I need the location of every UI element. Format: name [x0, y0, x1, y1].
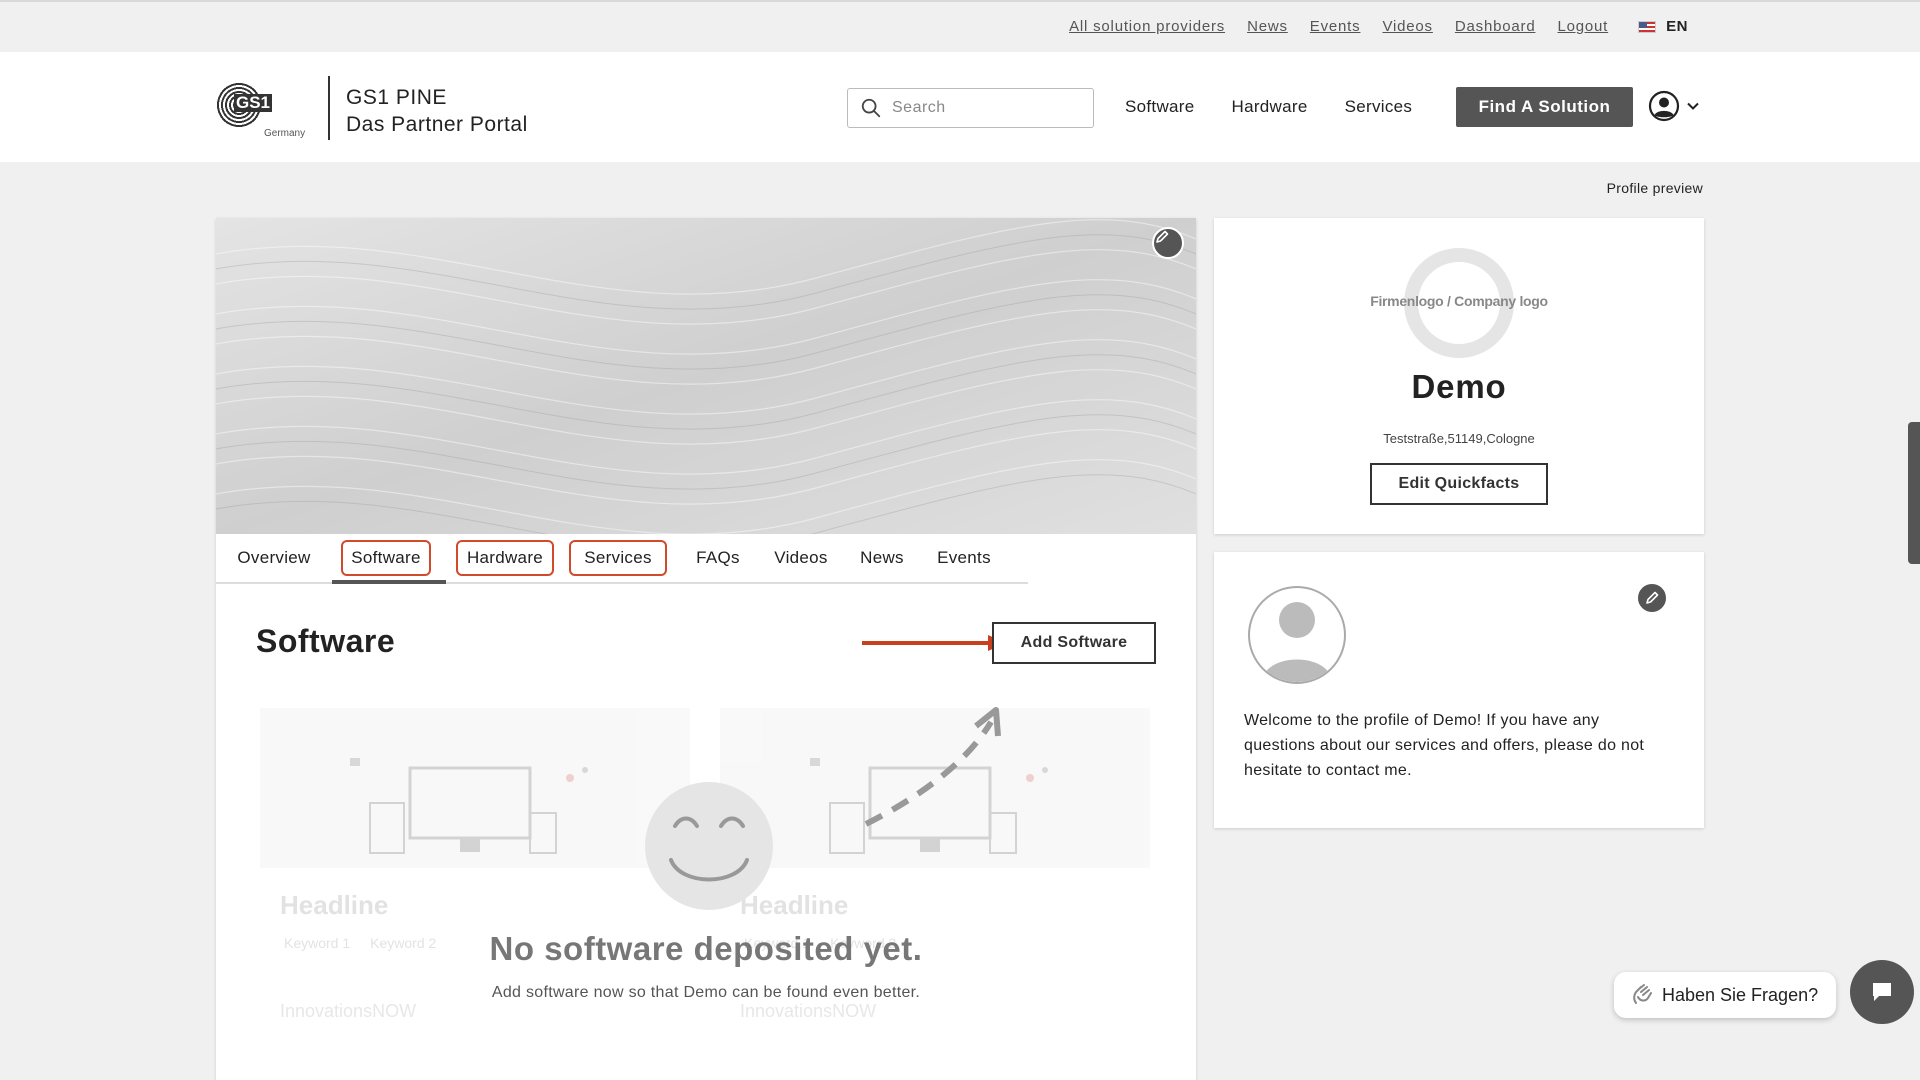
us-flag-icon — [1638, 20, 1657, 33]
tab-faqs[interactable]: FAQs — [688, 540, 748, 576]
empty-state-title: No software deposited yet. — [489, 930, 923, 967]
main-nav: Software Hardware Services — [1125, 97, 1412, 117]
arrow-annotation-icon — [862, 635, 1006, 651]
contact-card: Welcome to the profile of Demo! If you h… — [1214, 552, 1704, 828]
utility-bar: All solution providers News Events Video… — [0, 0, 1920, 52]
quickfacts-card: Firmenlogo / Company logo Demo Teststraß… — [1214, 218, 1704, 534]
account-menu[interactable] — [1648, 90, 1700, 122]
empty-state-subtitle: Add software now so that Demo can be fou… — [491, 984, 921, 1001]
link-events[interactable]: Events — [1310, 18, 1361, 35]
placeholder-headline: Headline — [740, 890, 849, 920]
link-videos[interactable]: Videos — [1382, 18, 1432, 35]
chat-open-button[interactable] — [1850, 960, 1914, 1024]
placeholder-logo: InnovationsNOW — [740, 1001, 877, 1021]
search-input[interactable] — [892, 99, 1072, 117]
brand-line-2: Das Partner Portal — [346, 113, 528, 136]
tab-videos[interactable]: Videos — [766, 540, 836, 576]
active-tab-indicator — [332, 580, 446, 584]
find-solution-button[interactable]: Find A Solution — [1456, 87, 1633, 127]
search-icon — [861, 98, 881, 118]
tab-overview[interactable]: Overview — [228, 540, 320, 576]
cover-wave-pattern — [216, 218, 1196, 534]
user-account-icon — [1648, 90, 1680, 122]
workspace-illustration-icon — [350, 758, 588, 854]
profile-preview-label: Profile preview — [1606, 180, 1703, 196]
empty-state-smiley-icon — [645, 782, 773, 910]
brand-line-1: GS1 PINE — [346, 86, 447, 109]
profile-main-card: Overview Software Hardware Services FAQs… — [216, 218, 1196, 1080]
chat-bubble-icon — [1873, 983, 1891, 1001]
cover-image — [216, 218, 1196, 534]
tab-services[interactable]: Services — [569, 540, 667, 576]
add-software-button[interactable]: Add Software — [992, 622, 1156, 664]
language-label: EN — [1666, 18, 1688, 35]
chat-prompt-label: Haben Sie Fragen? — [1662, 984, 1819, 1005]
dashed-arrow-icon — [864, 707, 1001, 827]
placeholder-illustration — [260, 708, 690, 868]
company-name: Demo — [1411, 368, 1507, 405]
site-header: GS1 Germany GS1 PINE Das Partner Portal … — [0, 52, 1920, 162]
pencil-icon — [1156, 230, 1169, 243]
feedback-side-tab[interactable] — [1908, 422, 1920, 564]
waving-hand-icon — [1633, 984, 1652, 1004]
chat-prompt[interactable]: Haben Sie Fragen? — [1614, 972, 1836, 1018]
company-logo-placeholder-text: Firmenlogo / Company logo — [1370, 293, 1548, 309]
gs1-logo-text: GS1 — [234, 93, 273, 112]
link-dashboard[interactable]: Dashboard — [1455, 18, 1536, 35]
edit-cover-button[interactable] — [1152, 227, 1184, 259]
logo-divider — [328, 76, 330, 140]
profile-tabs: Overview Software Hardware Services FAQs… — [216, 534, 1028, 584]
placeholder-headline: Headline — [280, 890, 389, 920]
link-logout[interactable]: Logout — [1557, 18, 1608, 35]
section-title: Software — [256, 623, 396, 659]
company-address: Teststraße,51149,Cologne — [1383, 431, 1535, 446]
gs1-logo[interactable]: GS1 Germany — [214, 82, 312, 142]
welcome-message: Welcome to the profile of Demo! If you h… — [1244, 712, 1645, 779]
language-switcher[interactable]: EN — [1638, 18, 1688, 35]
nav-hardware[interactable]: Hardware — [1232, 97, 1308, 117]
pencil-icon — [1646, 591, 1659, 604]
edit-quickfacts-button[interactable]: Edit Quickfacts — [1370, 463, 1548, 505]
chevron-down-icon — [1687, 102, 1699, 110]
placeholder-card: Headline Keyword 1 Keyword 2 Innovations… — [260, 708, 690, 1080]
user-silhouette-icon — [1262, 602, 1332, 682]
tab-software[interactable]: Software — [341, 540, 431, 576]
link-all-solution-providers[interactable]: All solution providers — [1069, 18, 1225, 35]
nav-services[interactable]: Services — [1345, 97, 1413, 117]
search-box[interactable] — [847, 88, 1094, 128]
tab-hardware[interactable]: Hardware — [456, 540, 554, 576]
edit-contact-button[interactable] — [1636, 582, 1668, 614]
tab-news[interactable]: News — [852, 540, 912, 576]
avatar — [1248, 586, 1346, 684]
brand-title: GS1 PINE Das Partner Portal — [346, 84, 528, 138]
nav-software[interactable]: Software — [1125, 97, 1195, 117]
utility-links: All solution providers News Events Video… — [1069, 18, 1688, 35]
gs1-logo-region: Germany — [264, 128, 306, 139]
placeholder-logo: InnovationsNOW — [280, 1001, 417, 1021]
link-news[interactable]: News — [1247, 18, 1288, 35]
tab-events[interactable]: Events — [929, 540, 999, 576]
